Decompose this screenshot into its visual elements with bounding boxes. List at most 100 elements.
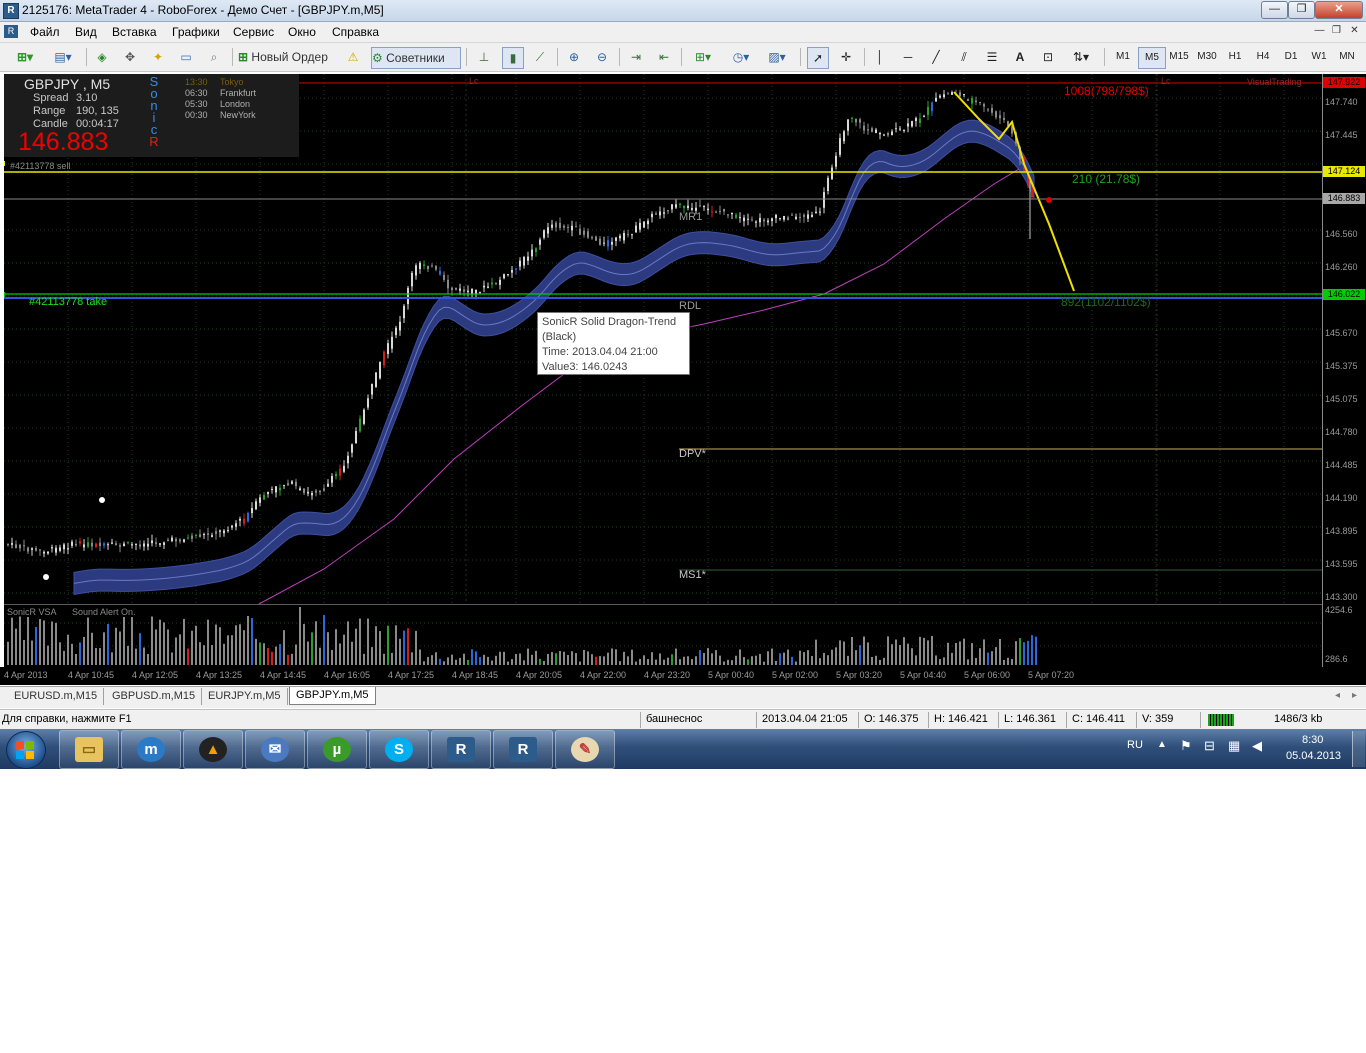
timeframe-m30[interactable]: M30 <box>1194 47 1220 67</box>
text-label-icon[interactable]: ⊡ <box>1038 47 1058 67</box>
volume-bar <box>771 648 773 665</box>
device-icon[interactable]: ⊟ <box>1204 738 1215 754</box>
menu-charts[interactable]: Графики <box>172 25 220 39</box>
auto-scroll-icon[interactable]: ⇥ <box>626 47 646 67</box>
show-desktop-button[interactable] <box>1352 731 1365 767</box>
network-icon[interactable]: ▦ <box>1228 738 1240 754</box>
candle-body <box>835 155 837 167</box>
taskbar-maxthon[interactable]: m <box>121 730 181 769</box>
trendline-icon[interactable]: ╱ <box>926 47 946 67</box>
mdi-minimize-icon[interactable]: — <box>1312 24 1327 38</box>
timeframe-m5[interactable]: M5 <box>1138 47 1166 69</box>
menu-file[interactable]: Файл <box>30 25 60 39</box>
chart-shift-icon[interactable]: ⇤ <box>654 47 674 67</box>
arrows-icon[interactable]: ⇅▾ <box>1066 47 1096 67</box>
tab-gbpusd[interactable]: GBPUSD.m,M15 <box>106 688 203 705</box>
price-scale[interactable]: 147.922 147.740 147.445 147.124 146.883 … <box>1322 74 1366 667</box>
candle-body <box>83 544 85 548</box>
timeframe-m15[interactable]: M15 <box>1166 47 1192 67</box>
tab-scroll-right-icon[interactable]: ▸ <box>1352 690 1357 701</box>
volume-bar <box>659 653 661 665</box>
horizontal-line-icon[interactable]: ─ <box>898 47 918 67</box>
minimize-button[interactable]: — <box>1261 1 1288 19</box>
vertical-line-icon[interactable]: │ <box>870 47 890 67</box>
clock-date[interactable]: 05.04.2013 <box>1286 750 1341 762</box>
volume-bar <box>1007 657 1009 665</box>
fibonacci-icon[interactable]: ☰ <box>982 47 1002 67</box>
timeframe-m1[interactable]: M1 <box>1110 47 1136 67</box>
timeframe-d1[interactable]: D1 <box>1278 47 1304 67</box>
mdi-close-icon[interactable]: ✕ <box>1347 24 1362 38</box>
volume-bar <box>607 652 609 665</box>
cursor-icon[interactable]: ➚ <box>807 47 829 69</box>
menu-window[interactable]: Окно <box>288 25 316 39</box>
language-indicator[interactable]: RU <box>1127 739 1143 751</box>
navigator-icon[interactable]: ✥ <box>120 47 140 67</box>
equidistant-channel-icon[interactable]: ⫽ <box>954 47 974 67</box>
tray-expand-icon[interactable]: ▲ <box>1157 739 1167 750</box>
candle-body <box>779 218 781 220</box>
crosshair-icon[interactable]: ✛ <box>836 47 856 67</box>
taskbar-metatrader-1[interactable]: R <box>431 730 491 769</box>
taskbar-paint[interactable]: ✎ <box>555 730 615 769</box>
menu-insert[interactable]: Вставка <box>112 25 157 39</box>
timeframe-h4[interactable]: H4 <box>1250 47 1276 67</box>
indicators-icon[interactable]: ⊞▾ <box>688 47 718 67</box>
sonic-letter: R <box>149 134 159 149</box>
candle-body <box>831 167 833 180</box>
text-icon[interactable]: A <box>1010 47 1030 67</box>
taskbar-skype[interactable]: S <box>369 730 429 769</box>
taskbar-aimp[interactable]: ▲ <box>183 730 243 769</box>
terminal-icon[interactable]: ✦ <box>148 47 168 67</box>
new-chart-icon[interactable]: ⊞▾ <box>10 47 40 67</box>
tab-eurusd[interactable]: EURUSD.m,M15 <box>8 688 105 705</box>
templates-icon[interactable]: ▨▾ <box>762 47 792 67</box>
clock-time[interactable]: 8:30 <box>1302 734 1323 746</box>
experts-button[interactable]: ⚙ Советники <box>371 47 461 69</box>
tab-scroll-left-icon[interactable]: ◂ <box>1335 690 1340 701</box>
menu-help[interactable]: Справка <box>332 25 379 39</box>
taskbar-metatrader-2[interactable]: R <box>493 730 553 769</box>
sell-line-handle[interactable] <box>4 161 5 166</box>
mdi-restore-icon[interactable]: ❐ <box>1329 24 1344 38</box>
market-watch-icon[interactable]: ◈ <box>92 47 112 67</box>
start-button[interactable] <box>6 731 46 769</box>
candle-body <box>743 217 745 222</box>
zoom-in-icon[interactable]: ⊕ <box>564 47 584 67</box>
tab-eurjpy[interactable]: EURJPY.m,M5 <box>202 688 288 705</box>
volume-bar <box>263 643 265 665</box>
timeframe-w1[interactable]: W1 <box>1306 47 1332 67</box>
pane-divider[interactable] <box>4 604 1322 605</box>
profiles-icon[interactable]: ▤▾ <box>48 47 78 67</box>
maximize-button[interactable]: ❐ <box>1288 1 1315 19</box>
candlestick-chart-icon[interactable]: ▮ <box>502 47 524 69</box>
time-tick: 4 Apr 13:25 <box>196 670 243 680</box>
vsa-indicator-window[interactable]: SonicR VSA Sound Alert On. <box>4 605 1322 667</box>
taskbar-thunderbird[interactable]: ✉ <box>245 730 305 769</box>
periods-icon[interactable]: ◷▾ <box>726 47 756 67</box>
volume-icon[interactable]: ◀ <box>1252 738 1262 754</box>
menu-view[interactable]: Вид <box>75 25 97 39</box>
data-window-icon[interactable]: ▭ <box>176 47 196 67</box>
tab-gbpjpy[interactable]: GBPJPY.m,M5 <box>289 687 376 705</box>
candle-body <box>639 222 641 230</box>
new-order-button[interactable]: ⊞ Новый Ордер <box>238 47 340 67</box>
line-chart-icon[interactable]: ⟋ <box>530 47 550 67</box>
zoom-out-icon[interactable]: ⊖ <box>592 47 612 67</box>
document-icon[interactable]: R <box>4 25 18 38</box>
menu-tools[interactable]: Сервис <box>233 25 274 39</box>
candle-body <box>735 214 737 218</box>
volume-bar <box>7 641 9 665</box>
bar-chart-icon[interactable]: ⊥ <box>474 47 494 67</box>
close-button[interactable]: ✕ <box>1315 1 1363 19</box>
taskbar-utorrent[interactable]: µ <box>307 730 367 769</box>
candle-body <box>755 221 757 223</box>
timeframe-mn[interactable]: MN <box>1334 47 1360 67</box>
taskbar-explorer[interactable]: ▭ <box>59 730 119 769</box>
timeframe-h1[interactable]: H1 <box>1222 47 1248 67</box>
alert-icon[interactable]: ⚠ <box>343 47 363 67</box>
take-line-handle[interactable] <box>4 292 5 297</box>
action-center-flag-icon[interactable]: ⚑ <box>1180 738 1192 754</box>
time-scale[interactable]: 4 Apr 2013 4 Apr 10:45 4 Apr 12:05 4 Apr… <box>0 667 1366 685</box>
strategy-tester-icon[interactable]: ⌕ <box>204 47 224 67</box>
